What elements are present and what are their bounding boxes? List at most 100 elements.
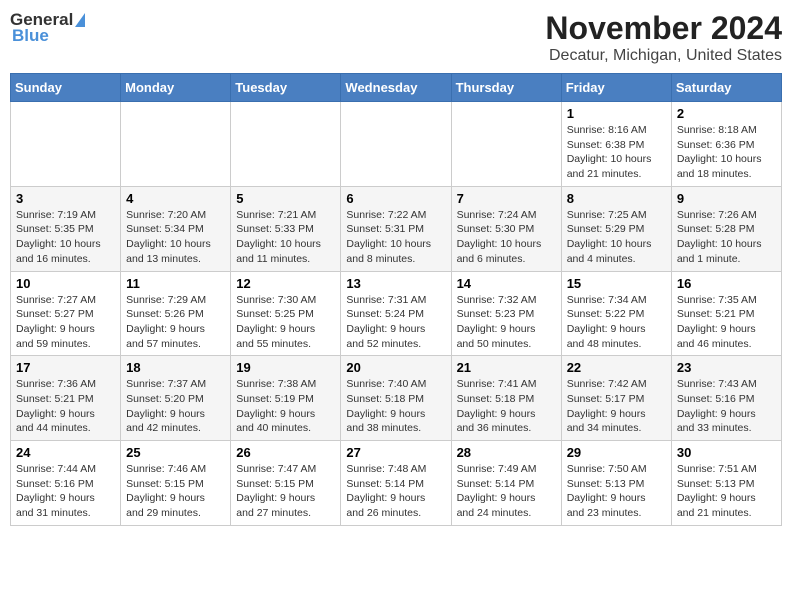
day-number: 24 [16,445,115,460]
calendar-cell: 26 Sunrise: 7:47 AMSunset: 5:15 PMDayligh… [231,441,341,526]
logo-blue-text: Blue [12,26,49,46]
weekday-header-wednesday: Wednesday [341,74,451,102]
day-number: 17 [16,360,115,375]
calendar-cell: 24Sunrise: 7:44 AMSunset: 5:16 PMDayligh… [11,441,121,526]
calendar-cell: 15 Sunrise: 7:34 AMSunset: 5:22 PMDayligh… [561,271,671,356]
calendar-cell [11,102,121,187]
calendar-week-5: 24Sunrise: 7:44 AMSunset: 5:16 PMDayligh… [11,441,782,526]
day-number: 26 [236,445,335,460]
day-info: Sunrise: 7:31 AMSunset: 5:24 PMDaylight:… [346,293,445,352]
day-number: 11 [126,276,225,291]
weekday-header-thursday: Thursday [451,74,561,102]
calendar-cell: 25 Sunrise: 7:46 AMSunset: 5:15 PMDayligh… [121,441,231,526]
day-number: 14 [457,276,556,291]
calendar-cell: 12 Sunrise: 7:30 AMSunset: 5:25 PMDayligh… [231,271,341,356]
day-number: 15 [567,276,666,291]
day-number: 2 [677,106,776,121]
calendar-cell [341,102,451,187]
calendar-cell: 5 Sunrise: 7:21 AMSunset: 5:33 PMDaylight… [231,186,341,271]
day-number: 18 [126,360,225,375]
day-number: 16 [677,276,776,291]
page-header: General Blue November 2024 Decatur, Mich… [10,10,782,65]
day-info: Sunrise: 7:21 AMSunset: 5:33 PMDaylight:… [236,208,335,267]
calendar-cell: 18 Sunrise: 7:37 AMSunset: 5:20 PMDayligh… [121,356,231,441]
day-number: 9 [677,191,776,206]
calendar-cell: 22 Sunrise: 7:42 AMSunset: 5:17 PMDayligh… [561,356,671,441]
day-info: Sunrise: 7:29 AMSunset: 5:26 PMDaylight:… [126,293,225,352]
month-year-title: November 2024 [545,10,782,47]
calendar-cell: 8 Sunrise: 7:25 AMSunset: 5:29 PMDaylight… [561,186,671,271]
day-number: 13 [346,276,445,291]
day-info: Sunrise: 7:48 AMSunset: 5:14 PMDaylight:… [346,462,445,521]
calendar-cell: 2 Sunrise: 8:18 AMSunset: 6:36 PMDaylight… [671,102,781,187]
day-number: 22 [567,360,666,375]
day-number: 3 [16,191,115,206]
day-info: Sunrise: 7:40 AMSunset: 5:18 PMDaylight:… [346,377,445,436]
calendar-cell [231,102,341,187]
calendar-cell: 19 Sunrise: 7:38 AMSunset: 5:19 PMDayligh… [231,356,341,441]
calendar-week-1: 1Sunrise: 8:16 AMSunset: 6:38 PMDaylight… [11,102,782,187]
calendar-cell: 20 Sunrise: 7:40 AMSunset: 5:18 PMDayligh… [341,356,451,441]
day-number: 4 [126,191,225,206]
calendar-cell: 23Sunrise: 7:43 AMSunset: 5:16 PMDayligh… [671,356,781,441]
day-number: 27 [346,445,445,460]
calendar-cell: 1Sunrise: 8:16 AMSunset: 6:38 PMDaylight… [561,102,671,187]
location-subtitle: Decatur, Michigan, United States [545,47,782,65]
calendar-cell: 30Sunrise: 7:51 AMSunset: 5:13 PMDayligh… [671,441,781,526]
day-number: 6 [346,191,445,206]
calendar-header-row: SundayMondayTuesdayWednesdayThursdayFrid… [11,74,782,102]
day-info: Sunrise: 7:38 AMSunset: 5:19 PMDaylight:… [236,377,335,436]
day-number: 29 [567,445,666,460]
day-info: Sunrise: 7:34 AMSunset: 5:22 PMDaylight:… [567,293,666,352]
weekday-header-tuesday: Tuesday [231,74,341,102]
day-info: Sunrise: 7:26 AMSunset: 5:28 PMDaylight:… [677,208,776,267]
day-info: Sunrise: 8:18 AMSunset: 6:36 PMDaylight:… [677,123,776,182]
logo-triangle-icon [75,13,85,27]
day-number: 12 [236,276,335,291]
logo: General Blue [10,10,85,46]
day-number: 19 [236,360,335,375]
day-number: 5 [236,191,335,206]
day-info: Sunrise: 8:16 AMSunset: 6:38 PMDaylight:… [567,123,666,182]
day-number: 7 [457,191,556,206]
calendar-cell: 4Sunrise: 7:20 AMSunset: 5:34 PMDaylight… [121,186,231,271]
day-info: Sunrise: 7:49 AMSunset: 5:14 PMDaylight:… [457,462,556,521]
calendar-cell: 21 Sunrise: 7:41 AMSunset: 5:18 PMDayligh… [451,356,561,441]
day-number: 25 [126,445,225,460]
day-info: Sunrise: 7:46 AMSunset: 5:15 PMDaylight:… [126,462,225,521]
weekday-header-friday: Friday [561,74,671,102]
calendar-cell: 16 Sunrise: 7:35 AMSunset: 5:21 PMDayligh… [671,271,781,356]
day-number: 21 [457,360,556,375]
weekday-header-monday: Monday [121,74,231,102]
day-number: 20 [346,360,445,375]
calendar-cell: 14Sunrise: 7:32 AMSunset: 5:23 PMDayligh… [451,271,561,356]
calendar-cell: 3Sunrise: 7:19 AMSunset: 5:35 PMDaylight… [11,186,121,271]
calendar-cell: 29Sunrise: 7:50 AMSunset: 5:13 PMDayligh… [561,441,671,526]
calendar-cell: 9 Sunrise: 7:26 AMSunset: 5:28 PMDaylight… [671,186,781,271]
day-number: 23 [677,360,776,375]
calendar-table: SundayMondayTuesdayWednesdayThursdayFrid… [10,73,782,526]
calendar-cell: 11 Sunrise: 7:29 AMSunset: 5:26 PMDayligh… [121,271,231,356]
day-info: Sunrise: 7:42 AMSunset: 5:17 PMDaylight:… [567,377,666,436]
day-info: Sunrise: 7:35 AMSunset: 5:21 PMDaylight:… [677,293,776,352]
calendar-cell [121,102,231,187]
calendar-week-2: 3Sunrise: 7:19 AMSunset: 5:35 PMDaylight… [11,186,782,271]
day-info: Sunrise: 7:30 AMSunset: 5:25 PMDaylight:… [236,293,335,352]
calendar-cell: 7 Sunrise: 7:24 AMSunset: 5:30 PMDaylight… [451,186,561,271]
day-info: Sunrise: 7:27 AMSunset: 5:27 PMDaylight:… [16,293,115,352]
day-info: Sunrise: 7:37 AMSunset: 5:20 PMDaylight:… [126,377,225,436]
calendar-cell [451,102,561,187]
calendar-cell: 17 Sunrise: 7:36 AMSunset: 5:21 PMDayligh… [11,356,121,441]
day-info: Sunrise: 7:41 AMSunset: 5:18 PMDaylight:… [457,377,556,436]
day-info: Sunrise: 7:51 AMSunset: 5:13 PMDaylight:… [677,462,776,521]
day-info: Sunrise: 7:22 AMSunset: 5:31 PMDaylight:… [346,208,445,267]
day-number: 8 [567,191,666,206]
weekday-header-saturday: Saturday [671,74,781,102]
day-info: Sunrise: 7:24 AMSunset: 5:30 PMDaylight:… [457,208,556,267]
calendar-cell: 13 Sunrise: 7:31 AMSunset: 5:24 PMDayligh… [341,271,451,356]
day-info: Sunrise: 7:36 AMSunset: 5:21 PMDaylight:… [16,377,115,436]
day-info: Sunrise: 7:25 AMSunset: 5:29 PMDaylight:… [567,208,666,267]
calendar-week-4: 17 Sunrise: 7:36 AMSunset: 5:21 PMDayligh… [11,356,782,441]
day-number: 28 [457,445,556,460]
day-info: Sunrise: 7:47 AMSunset: 5:15 PMDaylight:… [236,462,335,521]
